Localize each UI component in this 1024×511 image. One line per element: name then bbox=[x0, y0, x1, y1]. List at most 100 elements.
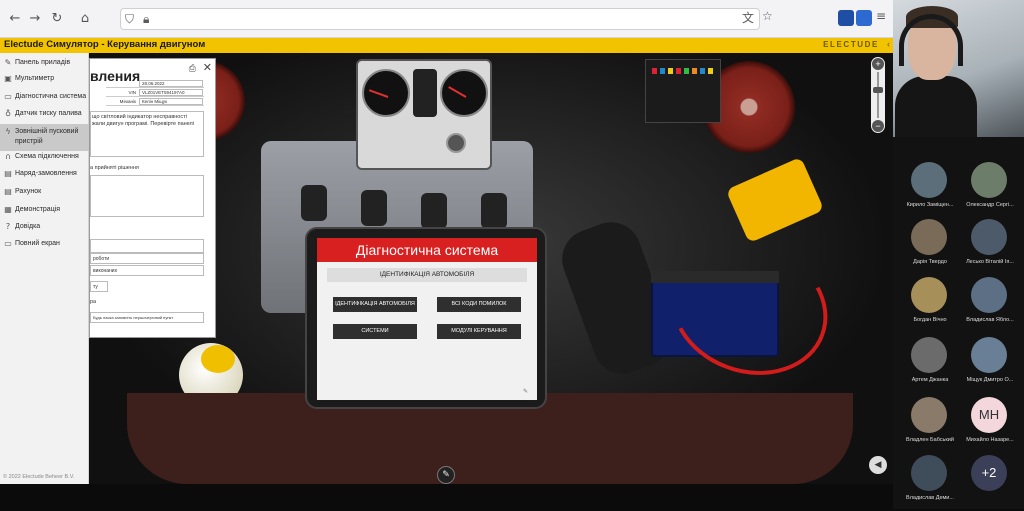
participant-tile[interactable]: Лесько Віталій Ія... bbox=[959, 219, 1017, 275]
participant-name: Кирило Заміщен... bbox=[906, 202, 954, 208]
avatar bbox=[911, 277, 947, 313]
translate-icon[interactable]: 文 bbox=[742, 9, 754, 29]
sidebar-item-demonstration[interactable]: ▦ Демонстрація bbox=[0, 202, 89, 218]
sidebar-item-wiring-diagram[interactable]: ∩ Схема підключення bbox=[0, 149, 89, 165]
invoice-icon: ▤ bbox=[4, 187, 12, 196]
avatar bbox=[911, 337, 947, 373]
avatar bbox=[911, 162, 947, 198]
work-order-popup: вления ⎙ ✕ 28.06.2022 VIN VLZ01VET594197A… bbox=[89, 58, 216, 338]
tools-sidebar: ✎ Панель приладів ▣ Мультиметр ▭ Діагностич… bbox=[0, 53, 89, 484]
presenter-video[interactable] bbox=[893, 0, 1024, 137]
sidebar-item-jump-starter[interactable]: ϟ Зовнішній пусковий пристрій bbox=[0, 124, 89, 151]
participants-panel: Кирило Заміщен... Олександр Сергі... Дарія… bbox=[893, 0, 1024, 509]
avatar bbox=[971, 219, 1007, 255]
fuse-box[interactable] bbox=[645, 59, 721, 123]
participant-name: Михайло Назаре... bbox=[966, 437, 1014, 443]
decision-textarea[interactable] bbox=[90, 175, 204, 217]
work-input[interactable] bbox=[90, 239, 204, 253]
avatar bbox=[911, 219, 947, 255]
vin-label: VIN bbox=[128, 90, 136, 95]
zoom-slider[interactable]: + − bbox=[871, 57, 885, 133]
sidebar-item-invoice[interactable]: ▤ Рахунок bbox=[0, 184, 89, 200]
avatar bbox=[971, 277, 1007, 313]
tool-icon[interactable]: ✎ bbox=[437, 466, 455, 484]
ignition-coil[interactable] bbox=[421, 193, 447, 229]
sidebar-item-fuel-pressure[interactable]: ♁ Датчик тиску палива bbox=[0, 106, 89, 122]
sidebar-item-help[interactable]: ? Довідка bbox=[0, 219, 89, 235]
vehicle-identification-button[interactable]: ІДЕНТИФІКАЦІЯ АВТОМОБІЛЯ bbox=[333, 297, 417, 312]
forward-icon[interactable]: → bbox=[26, 10, 44, 28]
participant-tile[interactable]: Владислав Деми... bbox=[899, 455, 957, 511]
complaint-box: що світловий індикатор несправності жали… bbox=[90, 111, 204, 157]
ignition-key-icon[interactable] bbox=[446, 133, 466, 153]
control-modules-button[interactable]: МОДУЛІ КЕРУВАННЯ bbox=[437, 324, 521, 339]
instrument-panel[interactable] bbox=[356, 59, 492, 170]
sidebar-item-dashboard[interactable]: ✎ Панель приладів bbox=[0, 55, 89, 71]
avatar: MH bbox=[971, 397, 1007, 433]
work-order-icon: ▤ bbox=[4, 169, 12, 178]
reload-icon[interactable]: ↻ bbox=[48, 10, 66, 28]
sidebar-item-work-order[interactable]: ▤ Наряд-замовлення bbox=[0, 166, 89, 182]
collapse-icon[interactable]: ‹ bbox=[887, 39, 890, 49]
participant-tile[interactable]: MH Михайло Назаре... bbox=[959, 397, 1017, 453]
all-fault-codes-button[interactable]: ВСІ КОДИ ПОМИЛОК bbox=[437, 297, 521, 312]
sound-icon[interactable]: ◀︎ bbox=[869, 456, 887, 474]
diagnostic-tablet: Діагностична система ІДЕНТИФІКАЦІЯ АВТОМ… bbox=[305, 227, 547, 409]
back-icon[interactable]: ← bbox=[6, 10, 24, 28]
participant-tile[interactable]: Богдан Вічно bbox=[899, 277, 957, 333]
extension-icon[interactable] bbox=[856, 10, 872, 26]
bottom-bar bbox=[0, 484, 893, 509]
browser-toolbar: ← → ↻ ⌂ ⛉ 🔒︎ 文 ☆ ≡ bbox=[0, 0, 893, 38]
brand-logo: ELECTUDE bbox=[823, 40, 879, 49]
participant-tile[interactable]: Міщук Дмитро О... bbox=[959, 337, 1017, 393]
participant-tile[interactable]: Владлен Бабський bbox=[899, 397, 957, 453]
participant-name: Владлен Бабський bbox=[906, 437, 954, 443]
avatar bbox=[911, 397, 947, 433]
avatar bbox=[911, 455, 947, 491]
ignition-coil[interactable] bbox=[481, 193, 507, 229]
participant-tile[interactable]: Олександр Сергі... bbox=[959, 162, 1017, 218]
bookmark-star-icon[interactable]: ☆ bbox=[762, 9, 773, 29]
participant-tile[interactable]: Владислав Ябло... bbox=[959, 277, 1017, 333]
participant-tile[interactable]: Артем Джанка bbox=[899, 337, 957, 393]
work-row[interactable]: роботи bbox=[90, 253, 204, 264]
sidebar-item-multimeter[interactable]: ▣ Мультиметр bbox=[0, 71, 89, 87]
reservoir-cap bbox=[201, 345, 235, 373]
participant-tile[interactable]: Кирило Заміщен... bbox=[899, 162, 957, 218]
footer-label: ра bbox=[90, 299, 97, 305]
print-icon[interactable]: ⎙ bbox=[189, 64, 196, 74]
lock-icon: 🔒︎ bbox=[143, 12, 150, 26]
app-title-bar: Electude Симулятор - Керування двигуном … bbox=[0, 38, 893, 53]
participant-tile[interactable]: +2 bbox=[959, 455, 1017, 511]
extension-icon[interactable] bbox=[838, 10, 854, 26]
speed-gauge bbox=[440, 69, 488, 117]
systems-button[interactable]: СИСТЕМИ bbox=[333, 324, 417, 339]
mechanic-field: Келін Міщук bbox=[139, 98, 203, 105]
sidebar-item-fullscreen[interactable]: ▭ Повний екран bbox=[0, 236, 89, 252]
zoom-in-icon[interactable]: + bbox=[872, 58, 884, 70]
sidebar-item-diagnostic-system[interactable]: ▭ Діагностична система bbox=[0, 89, 89, 105]
tablet-subheader: ІДЕНТИФІКАЦІЯ АВТОМОБІЛЯ bbox=[327, 268, 527, 282]
participant-name: Дарія Твердо bbox=[913, 259, 947, 265]
app-title: Electude Симулятор - Керування двигуном bbox=[4, 39, 206, 50]
ignition-coil[interactable] bbox=[301, 185, 327, 221]
home-icon[interactable]: ⌂ bbox=[76, 10, 94, 28]
simulator-workspace: Діагностична система ІДЕНТИФІКАЦІЯ АВТОМ… bbox=[0, 53, 893, 484]
extra-row[interactable]: ту bbox=[90, 281, 108, 292]
footer-input[interactable]: Будь ласка заповніть першочерговий пункт bbox=[90, 312, 204, 323]
ignition-coil[interactable] bbox=[361, 190, 387, 226]
address-bar[interactable]: ⛉ 🔒︎ bbox=[120, 8, 760, 30]
pencil-icon[interactable]: ✎ bbox=[523, 388, 531, 396]
popup-controls: ⎙ ✕ bbox=[189, 61, 212, 74]
zoom-out-icon[interactable]: − bbox=[872, 120, 884, 132]
participant-name: Владислав Деми... bbox=[906, 495, 954, 501]
close-icon[interactable]: ✕ bbox=[203, 61, 212, 74]
completed-row[interactable]: виконаних bbox=[90, 265, 204, 276]
decision-label: а прийняті рішення bbox=[90, 165, 139, 171]
zoom-handle[interactable] bbox=[873, 87, 883, 93]
participant-name: Богдан Вічно bbox=[913, 317, 947, 323]
avatar bbox=[971, 337, 1007, 373]
menu-icon[interactable]: ≡ bbox=[876, 9, 886, 29]
fullscreen-icon: ▭ bbox=[4, 239, 12, 248]
participant-tile[interactable]: Дарія Твердо bbox=[899, 219, 957, 275]
